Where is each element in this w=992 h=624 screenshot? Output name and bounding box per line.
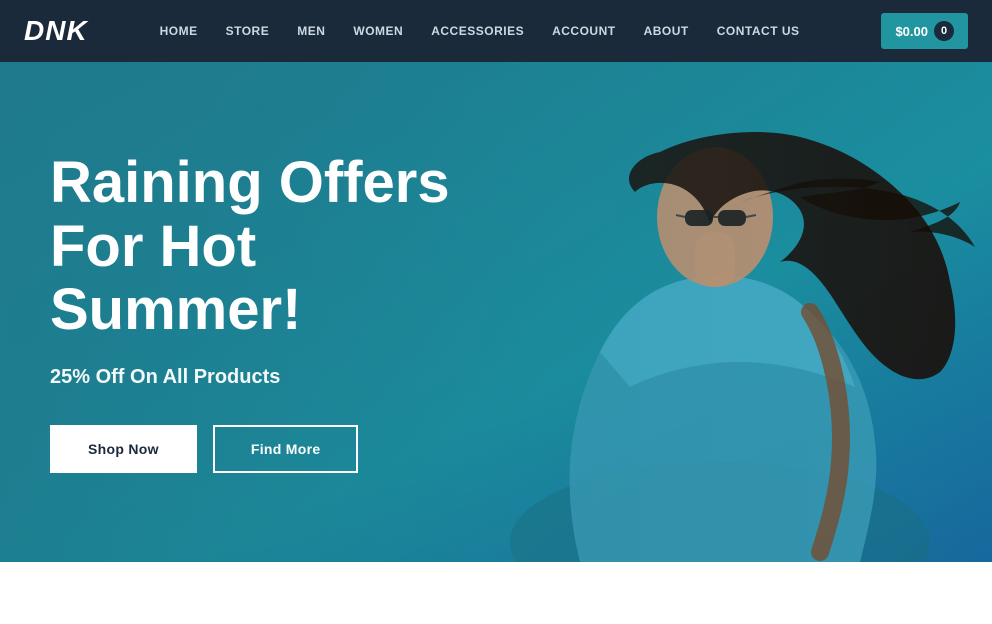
cart-price: $0.00 bbox=[895, 24, 928, 39]
hero-section: Raining Offers For Hot Summer! 25% Off O… bbox=[0, 62, 992, 562]
nav-item-home[interactable]: HOME bbox=[146, 22, 212, 40]
nav-item-store[interactable]: STORE bbox=[212, 22, 284, 40]
hero-content: Raining Offers For Hot Summer! 25% Off O… bbox=[0, 151, 530, 473]
bottom-bar bbox=[0, 562, 992, 624]
nav-link-account[interactable]: ACCOUNT bbox=[538, 24, 630, 38]
nav-item-about[interactable]: ABOUT bbox=[630, 22, 703, 40]
nav-link-home[interactable]: HOME bbox=[146, 24, 212, 38]
nav-item-accessories[interactable]: ACCESSORIES bbox=[417, 22, 538, 40]
find-more-button[interactable]: Find More bbox=[213, 425, 359, 473]
nav-link-women[interactable]: WOMEN bbox=[339, 24, 417, 38]
navbar: DNK HOME STORE MEN WOMEN ACCESSORIES ACC… bbox=[0, 0, 992, 62]
shop-now-button[interactable]: Shop Now bbox=[50, 425, 197, 473]
nav-link-store[interactable]: STORE bbox=[212, 24, 284, 38]
brand-logo[interactable]: DNK bbox=[24, 15, 88, 47]
hero-title: Raining Offers For Hot Summer! bbox=[50, 151, 480, 342]
cart-badge: 0 bbox=[934, 21, 954, 41]
nav-item-women[interactable]: WOMEN bbox=[339, 22, 417, 40]
nav-item-account[interactable]: ACCOUNT bbox=[538, 22, 630, 40]
hero-subtitle: 25% Off On All Products bbox=[50, 366, 480, 389]
cart-button[interactable]: $0.00 0 bbox=[881, 13, 968, 49]
nav-link-about[interactable]: ABOUT bbox=[630, 24, 703, 38]
nav-item-men[interactable]: MEN bbox=[283, 22, 339, 40]
nav-link-men[interactable]: MEN bbox=[283, 24, 339, 38]
hero-buttons: Shop Now Find More bbox=[50, 425, 480, 473]
nav-item-contact[interactable]: CONTACT US bbox=[703, 22, 814, 40]
nav-link-accessories[interactable]: ACCESSORIES bbox=[417, 24, 538, 38]
nav-links: HOME STORE MEN WOMEN ACCESSORIES ACCOUNT… bbox=[146, 22, 814, 40]
nav-link-contact[interactable]: CONTACT US bbox=[703, 24, 814, 38]
